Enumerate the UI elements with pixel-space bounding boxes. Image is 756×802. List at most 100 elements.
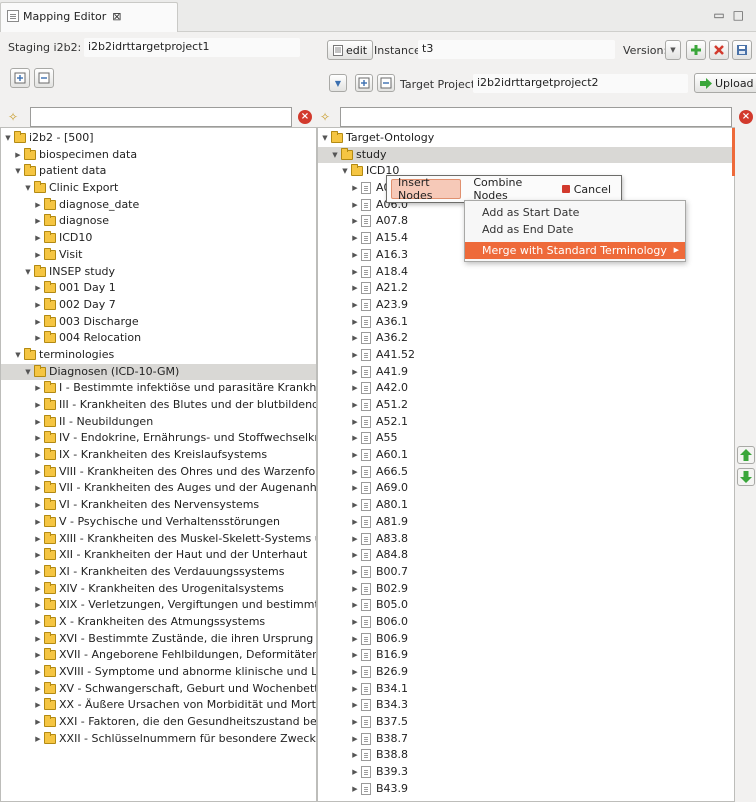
tree-row[interactable]: ▶ A84.8 bbox=[318, 547, 734, 564]
right-filter-input[interactable] bbox=[340, 107, 732, 127]
twisty-closed-icon[interactable]: ▶ bbox=[350, 380, 360, 397]
tree-row[interactable]: ▶ B34.3 bbox=[318, 697, 734, 714]
move-up-button[interactable] bbox=[737, 446, 755, 464]
twisty-closed-icon[interactable]: ▶ bbox=[33, 614, 43, 631]
move-down-button[interactable] bbox=[737, 468, 755, 486]
tree-row[interactable]: ▶ B38.7 bbox=[318, 731, 734, 748]
minimize-icon[interactable]: ▭ bbox=[713, 8, 732, 22]
tree-row[interactable]: ▶ VI - Krankheiten des Nervensystems bbox=[1, 497, 316, 514]
tree-row[interactable]: ▶ 001 Day 1 bbox=[1, 280, 316, 297]
twisty-closed-icon[interactable]: ▶ bbox=[33, 631, 43, 648]
twisty-open-icon[interactable]: ▼ bbox=[3, 130, 13, 147]
target-expand-button[interactable] bbox=[355, 74, 373, 92]
tree-row[interactable]: ▶ XX - Äußere Ursachen von Morbidität und… bbox=[1, 697, 316, 714]
twisty-closed-icon[interactable]: ▶ bbox=[350, 464, 360, 481]
tree-row[interactable]: ▼ Target-Ontology bbox=[318, 130, 734, 147]
tree-row[interactable]: ▶ A36.1 bbox=[318, 314, 734, 331]
twisty-open-icon[interactable]: ▼ bbox=[340, 163, 350, 180]
twisty-closed-icon[interactable]: ▶ bbox=[350, 213, 360, 230]
tree-row[interactable]: ▶ V - Psychische und Verhaltensstörungen bbox=[1, 514, 316, 531]
tree-row[interactable]: ▶ B16.9 bbox=[318, 647, 734, 664]
twisty-closed-icon[interactable]: ▶ bbox=[33, 280, 43, 297]
tree-row[interactable]: ▶ XVIII - Symptome und abnorme klinische … bbox=[1, 664, 316, 681]
twisty-closed-icon[interactable]: ▶ bbox=[350, 480, 360, 497]
tree-row[interactable]: ▶ 002 Day 7 bbox=[1, 297, 316, 314]
tree-row[interactable]: ▶ A18.4 bbox=[318, 264, 734, 281]
twisty-closed-icon[interactable]: ▶ bbox=[33, 564, 43, 581]
tree-row[interactable]: ▼ study bbox=[318, 146, 734, 164]
twisty-closed-icon[interactable]: ▶ bbox=[350, 397, 360, 414]
twisty-closed-icon[interactable]: ▶ bbox=[350, 631, 360, 648]
twisty-closed-icon[interactable]: ▶ bbox=[350, 681, 360, 698]
tree-row[interactable]: ▶ X - Krankheiten des Atmungssystems bbox=[1, 614, 316, 631]
twisty-closed-icon[interactable]: ▶ bbox=[13, 147, 23, 164]
twisty-open-icon[interactable]: ▼ bbox=[330, 147, 340, 164]
tree-row[interactable]: ▶ B34.1 bbox=[318, 681, 734, 698]
twisty-closed-icon[interactable]: ▶ bbox=[33, 714, 43, 731]
twisty-closed-icon[interactable]: ▶ bbox=[33, 230, 43, 247]
clear-filter-icon[interactable]: × bbox=[298, 110, 312, 124]
twisty-closed-icon[interactable]: ▶ bbox=[350, 714, 360, 731]
twisty-closed-icon[interactable]: ▶ bbox=[350, 564, 360, 581]
tree-row[interactable]: ▶ A36.2 bbox=[318, 330, 734, 347]
tree-row[interactable]: ▶ B06.9 bbox=[318, 631, 734, 648]
twisty-closed-icon[interactable]: ▶ bbox=[350, 781, 360, 798]
tab-mapping-editor[interactable]: Mapping Editor ⊠ bbox=[0, 2, 178, 32]
twisty-closed-icon[interactable]: ▶ bbox=[350, 447, 360, 464]
expand-all-button[interactable] bbox=[10, 68, 30, 88]
twisty-open-icon[interactable]: ▼ bbox=[23, 264, 33, 281]
twisty-closed-icon[interactable]: ▶ bbox=[350, 597, 360, 614]
tree-row[interactable]: ▶ B37.5 bbox=[318, 714, 734, 731]
tree-row[interactable]: ▼ Clinic Export bbox=[1, 180, 316, 197]
twisty-closed-icon[interactable]: ▶ bbox=[33, 581, 43, 598]
twisty-open-icon[interactable]: ▼ bbox=[320, 130, 330, 147]
tree-row[interactable]: ▶ XI - Krankheiten des Verdauungssystems bbox=[1, 564, 316, 581]
tree-row[interactable]: ▶ A80.1 bbox=[318, 497, 734, 514]
tree-row[interactable]: ▶ A83.8 bbox=[318, 531, 734, 548]
twisty-open-icon[interactable]: ▼ bbox=[23, 180, 33, 197]
tree-row[interactable]: ▶ 004 Relocation bbox=[1, 330, 316, 347]
twisty-closed-icon[interactable]: ▶ bbox=[33, 664, 43, 681]
tree-row[interactable]: ▶ XVI - Bestimmte Zustände, die ihren Urs… bbox=[1, 631, 316, 648]
twisty-closed-icon[interactable]: ▶ bbox=[33, 314, 43, 331]
tree-row[interactable]: ▶ Visit bbox=[1, 247, 316, 264]
tree-row[interactable]: ▶ A66.5 bbox=[318, 464, 734, 481]
twisty-closed-icon[interactable]: ▶ bbox=[350, 731, 360, 748]
twisty-closed-icon[interactable]: ▶ bbox=[350, 614, 360, 631]
twisty-closed-icon[interactable]: ▶ bbox=[33, 197, 43, 214]
clear-filter-icon[interactable]: × bbox=[739, 110, 753, 124]
twisty-closed-icon[interactable]: ▶ bbox=[33, 297, 43, 314]
twisty-closed-icon[interactable]: ▶ bbox=[33, 330, 43, 347]
twisty-closed-icon[interactable]: ▶ bbox=[33, 247, 43, 264]
tree-row[interactable]: ▶ B38.8 bbox=[318, 747, 734, 764]
twisty-closed-icon[interactable]: ▶ bbox=[350, 264, 360, 281]
twisty-closed-icon[interactable]: ▶ bbox=[350, 414, 360, 431]
twisty-closed-icon[interactable]: ▶ bbox=[33, 447, 43, 464]
left-filter-input[interactable] bbox=[30, 107, 292, 127]
tree-row[interactable]: ▶ diagnose bbox=[1, 213, 316, 230]
twisty-closed-icon[interactable]: ▶ bbox=[350, 531, 360, 548]
tree-row[interactable]: ▶ B06.0 bbox=[318, 614, 734, 631]
menu-item-start-date[interactable]: Add as Start Date bbox=[465, 204, 685, 221]
tree-row[interactable]: ▶ B26.9 bbox=[318, 664, 734, 681]
twisty-closed-icon[interactable]: ▶ bbox=[350, 247, 360, 264]
twisty-closed-icon[interactable]: ▶ bbox=[350, 647, 360, 664]
twisty-open-icon[interactable]: ▼ bbox=[13, 163, 23, 180]
twisty-closed-icon[interactable]: ▶ bbox=[350, 330, 360, 347]
tree-row[interactable]: ▶ XII - Krankheiten der Haut und der Unte… bbox=[1, 547, 316, 564]
twisty-closed-icon[interactable]: ▶ bbox=[33, 497, 43, 514]
tree-row[interactable]: ▶ A55 bbox=[318, 430, 734, 447]
twisty-closed-icon[interactable]: ▶ bbox=[33, 531, 43, 548]
twisty-closed-icon[interactable]: ▶ bbox=[350, 314, 360, 331]
tree-row[interactable]: ▼ i2b2 - [500] bbox=[1, 130, 316, 147]
version-dropdown[interactable]: ▼ bbox=[665, 40, 681, 60]
tree-row[interactable]: ▶ A60.1 bbox=[318, 447, 734, 464]
twisty-closed-icon[interactable]: ▶ bbox=[350, 347, 360, 364]
menu-item-end-date[interactable]: Add as End Date bbox=[465, 221, 685, 238]
twisty-closed-icon[interactable]: ▶ bbox=[33, 731, 43, 748]
twisty-closed-icon[interactable]: ▶ bbox=[350, 280, 360, 297]
twisty-closed-icon[interactable]: ▶ bbox=[350, 697, 360, 714]
twisty-closed-icon[interactable]: ▶ bbox=[33, 697, 43, 714]
twisty-open-icon[interactable]: ▼ bbox=[23, 364, 33, 381]
tree-row[interactable]: ▶ A81.9 bbox=[318, 514, 734, 531]
